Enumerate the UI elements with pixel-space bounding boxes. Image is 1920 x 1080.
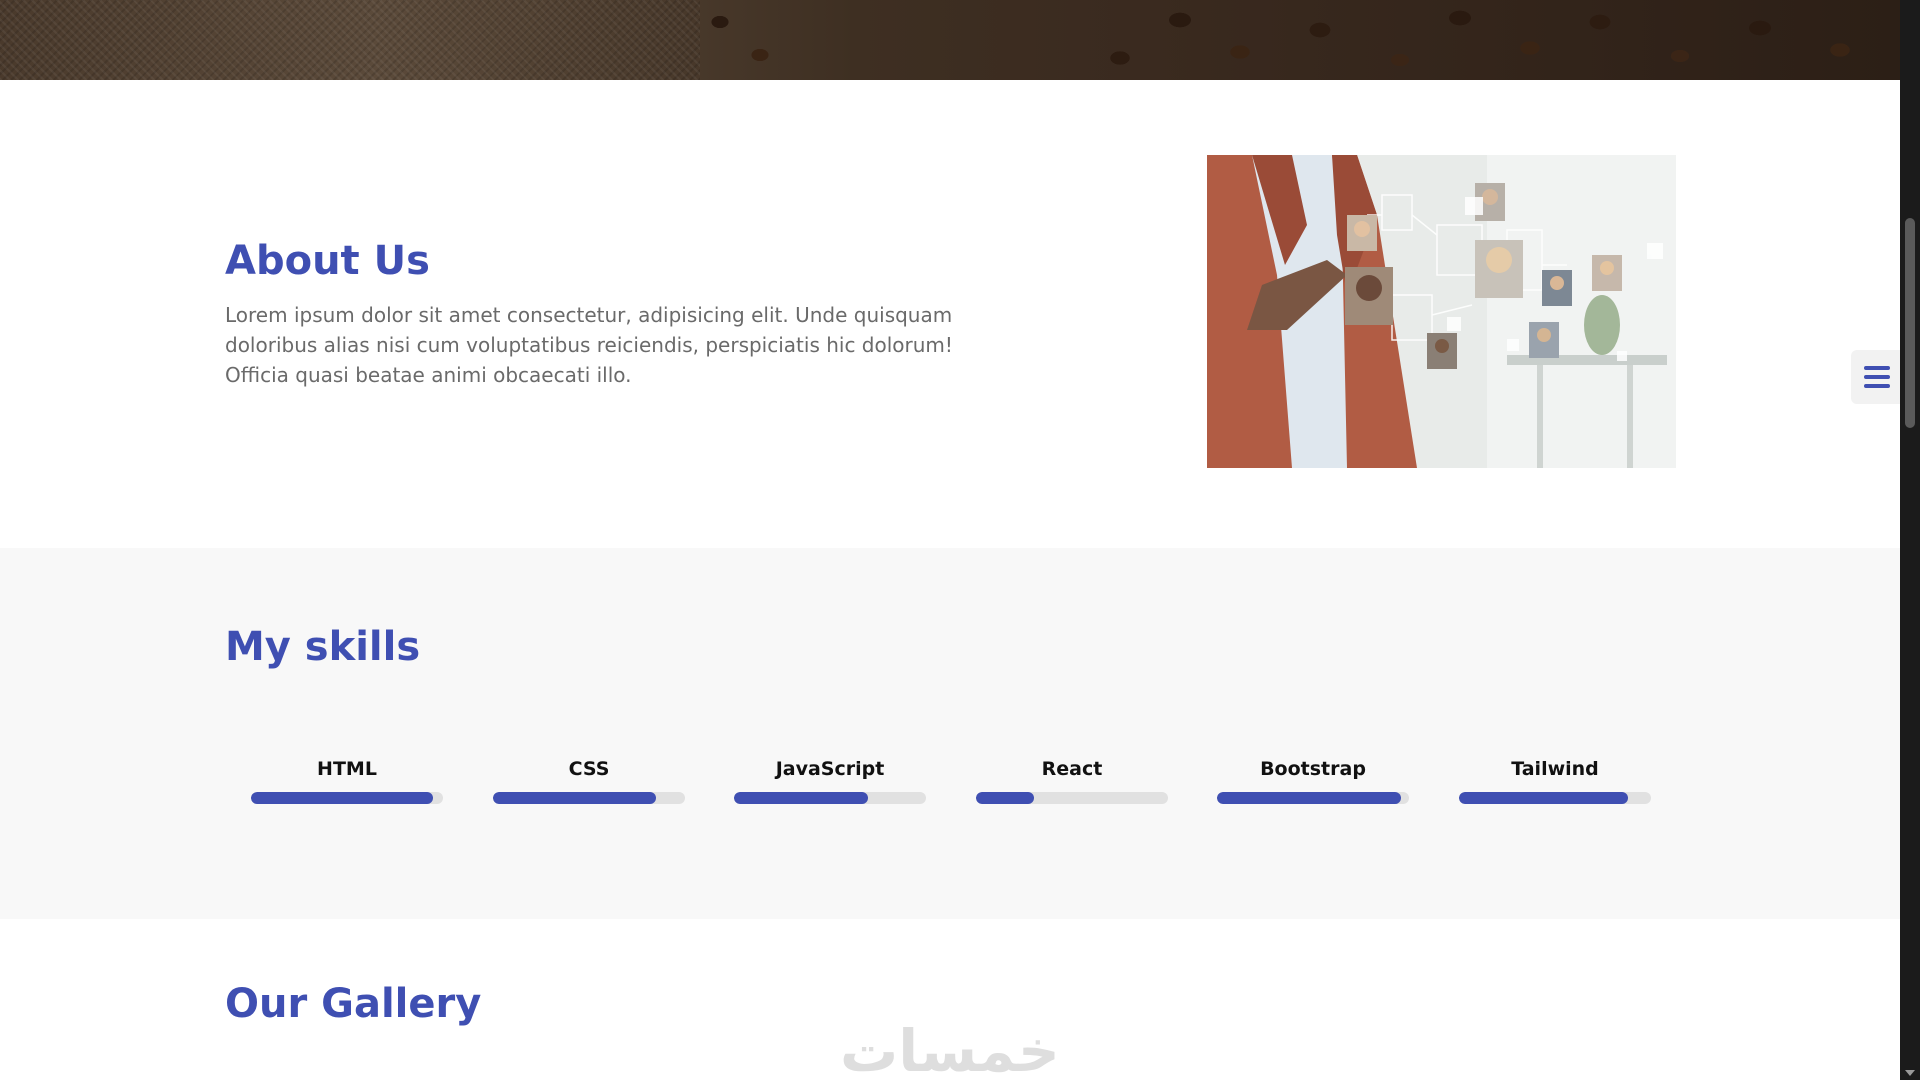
khamsat-watermark: خمسات — [840, 1017, 1060, 1080]
scroll-down-arrow-icon[interactable] — [1905, 1070, 1915, 1076]
scrollbar-thumb[interactable] — [1905, 218, 1915, 428]
coffee-banner-image — [0, 0, 1900, 80]
skill-html: HTML — [251, 758, 443, 804]
skill-name: Bootstrap — [1260, 758, 1366, 780]
skills-title: My skills — [225, 624, 421, 670]
skill-css: CSS — [493, 758, 685, 804]
page-scrollbar[interactable] — [1900, 0, 1920, 1080]
menu-line — [1864, 384, 1890, 388]
skill-progress-fill — [734, 792, 869, 804]
about-description: Lorem ipsum dolor sit amet consectetur, … — [225, 303, 953, 387]
about-image — [1207, 155, 1676, 468]
skill-name: React — [1041, 758, 1103, 780]
menu-line — [1864, 375, 1890, 379]
skill-progress-track — [251, 792, 443, 804]
gallery-title: Our Gallery — [225, 981, 482, 1027]
hamburger-menu-icon[interactable] — [1851, 350, 1903, 404]
skill-name: HTML — [317, 758, 377, 780]
skill-progress-track — [734, 792, 926, 804]
menu-line — [1864, 366, 1890, 370]
skill-progress-fill — [493, 792, 657, 804]
skill-progress-fill — [1217, 792, 1402, 804]
skill-tailwind: Tailwind — [1459, 758, 1651, 804]
about-section: About Us Lorem ipsum dolor sit amet cons… — [0, 80, 1900, 548]
skill-progress-fill — [251, 792, 434, 804]
skill-progress-fill — [1459, 792, 1628, 804]
skill-name: JavaScript — [775, 758, 885, 780]
burlap-texture — [0, 0, 700, 80]
skill-name: CSS — [568, 758, 610, 780]
skills-section: My skills HTML CSS JavaScript React Boot… — [0, 548, 1900, 919]
gallery-section: Our Gallery خمسات — [0, 919, 1900, 1080]
skill-progress-track — [493, 792, 685, 804]
skill-progress-track — [976, 792, 1168, 804]
skill-javascript: JavaScript — [734, 758, 926, 804]
skill-name: Tailwind — [1511, 758, 1599, 780]
skill-progress-track — [1217, 792, 1409, 804]
skill-bootstrap: Bootstrap — [1217, 758, 1409, 804]
skill-progress-track — [1459, 792, 1651, 804]
skill-progress-fill — [976, 792, 1034, 804]
about-title: About Us — [225, 238, 430, 284]
skill-react: React — [976, 758, 1168, 804]
